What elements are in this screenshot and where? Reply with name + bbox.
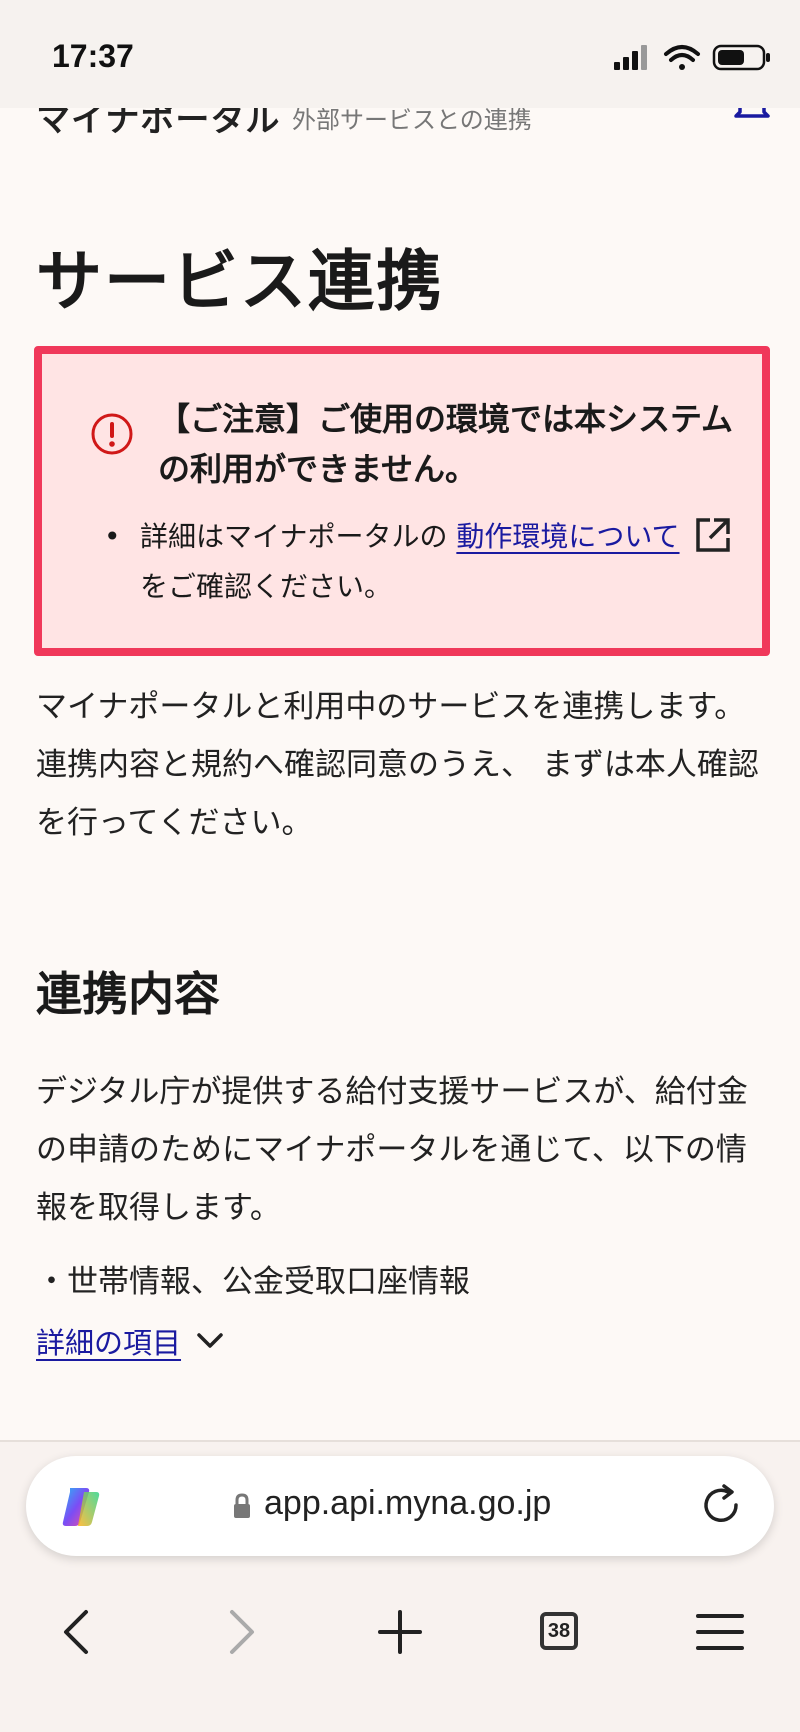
warning-alert: 【ご注意】ご使用の環境では本システムの利用ができません。 • 詳細はマイナポータ…: [34, 346, 770, 656]
copilot-icon[interactable]: [56, 1482, 106, 1532]
alert-bullet-suffix: をご確認ください。: [140, 570, 393, 603]
signal-icon: [614, 45, 647, 70]
intro-text: マイナポータルと利用中のサービスを連携します。連携内容と規約へ確認同意のうえ、 …: [36, 689, 759, 841]
nav-toolbar: 38: [0, 1602, 800, 1662]
bell-icon[interactable]: [732, 108, 772, 126]
bullet-dot: •: [104, 520, 121, 553]
chevron-down-icon[interactable]: [195, 1331, 225, 1351]
details-link[interactable]: 詳細の項目: [36, 1326, 181, 1360]
alert-title: 【ご注意】ご使用の環境では本システムの利用ができません。: [158, 400, 734, 488]
wifi-icon: [664, 45, 700, 70]
forward-icon[interactable]: [210, 1602, 270, 1662]
url-text[interactable]: app.api.myna.go.jp: [264, 1484, 551, 1523]
lock-icon: [234, 1493, 250, 1518]
alert-bullet-prefix: 詳細はマイナポータルの: [140, 520, 448, 553]
menu-icon[interactable]: [690, 1602, 750, 1662]
page-title: サービス連携: [36, 243, 444, 320]
status-time: 17:37: [52, 38, 134, 74]
details-toggle[interactable]: 詳細の項目: [36, 1320, 225, 1362]
status-bar: 17:37: [0, 0, 800, 108]
alert-bullet: • 詳細はマイナポータルの 動作環境について をご確認ください。: [104, 512, 754, 612]
site-header: マイナポータル 外部サービスとの連携: [36, 108, 776, 142]
new-tab-icon[interactable]: [370, 1602, 430, 1662]
browser-toolbar: app.api.myna.go.jp 38: [0, 1440, 800, 1732]
address-bar[interactable]: app.api.myna.go.jp: [26, 1456, 774, 1556]
battery-icon: [712, 44, 770, 71]
page-content: マイナポータル 外部サービスとの連携 サービス連携 【ご注意】ご使用の環境では本…: [0, 108, 800, 1440]
info-item: ・世帯情報、公金受取口座情報: [36, 1264, 470, 1300]
brand-logo[interactable]: マイナポータル: [36, 108, 280, 141]
back-icon[interactable]: [48, 1602, 108, 1662]
header-subtitle: 外部サービスとの連携: [292, 108, 532, 134]
external-link-icon[interactable]: [692, 514, 734, 556]
section-title: 連携内容: [36, 967, 220, 1021]
operating-environment-link[interactable]: 動作環境について: [456, 520, 679, 553]
tabs-button[interactable]: 38: [540, 1612, 578, 1650]
alert-circle-icon: [91, 413, 133, 455]
status-icons: [614, 44, 770, 71]
section-text: デジタル庁が提供する給付支援サービスが、給付金の申請のためにマイナポータルを通じ…: [36, 1074, 748, 1226]
reload-icon[interactable]: [698, 1482, 744, 1528]
